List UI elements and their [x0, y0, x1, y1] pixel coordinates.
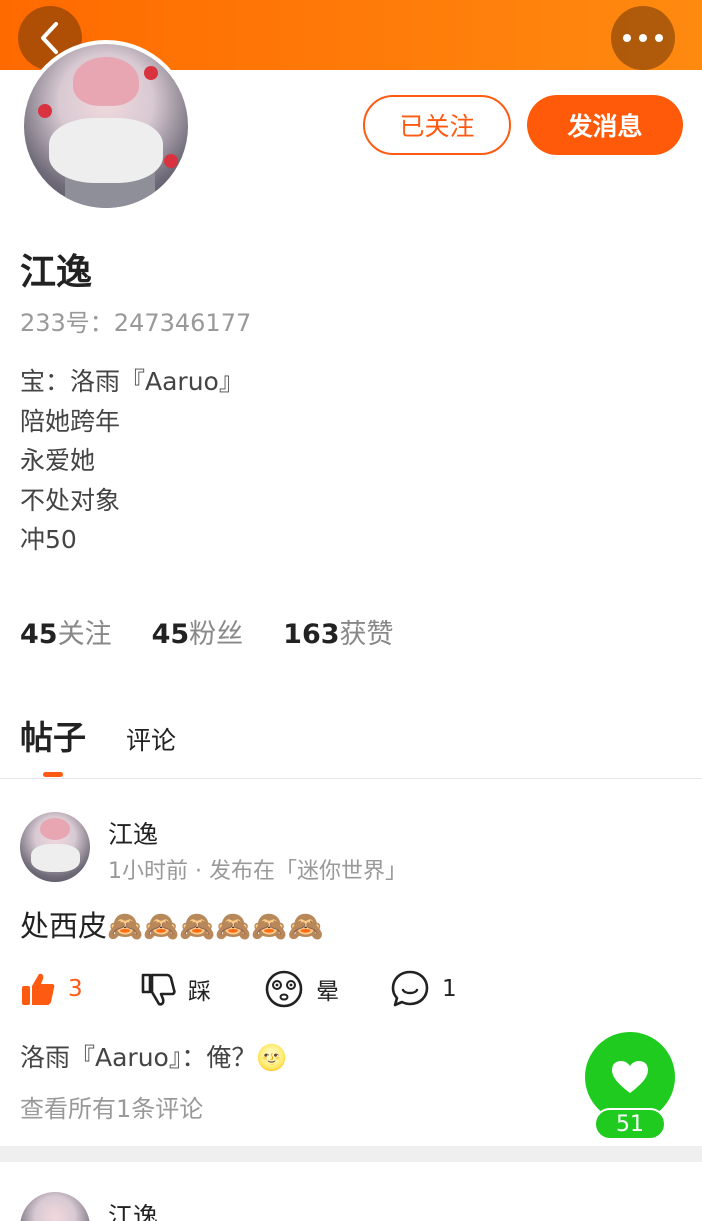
comment-bubble-icon — [391, 970, 429, 1007]
likes-stat[interactable]: 163获赞 — [283, 612, 393, 651]
profile-name: 江逸 — [20, 252, 93, 293]
profile-tabs: 帖子 评论 — [20, 711, 176, 759]
dislike-button[interactable]: 踩 — [140, 966, 211, 1012]
follow-button[interactable]: 已关注 — [363, 95, 511, 155]
thumbs-down-icon — [141, 973, 176, 1006]
following-stat[interactable]: 45关注 — [20, 612, 112, 651]
tab-posts[interactable]: 帖子 — [20, 711, 86, 759]
fans-count: 45 — [151, 619, 190, 650]
bio-line: 冲50 — [20, 525, 77, 554]
post-actions: 3 踩 晕 1 — [20, 966, 480, 1012]
bio-line: 不处对象 — [20, 485, 121, 515]
bio-line: 陪她跨年 — [20, 406, 121, 436]
post-author-avatar[interactable] — [20, 812, 90, 882]
fans-stat[interactable]: 45粉丝 — [152, 612, 244, 651]
like-count: 3 — [68, 976, 83, 1002]
profile-uid: 233号：247346177 — [20, 309, 252, 337]
profile-bio: 宝：洛雨『Aaruo』 陪她跨年 永爱她 不处对象 冲50 — [20, 362, 244, 560]
comment-button[interactable]: 1 — [390, 966, 457, 1012]
thumbs-up-icon — [22, 973, 55, 1005]
likes-count: 163 — [283, 619, 340, 650]
like-button[interactable]: 3 — [20, 966, 83, 1012]
dizzy-button[interactable]: 晕 — [264, 966, 339, 1012]
post-author-name[interactable]: 江逸 — [108, 1197, 158, 1221]
section-divider — [0, 1146, 702, 1162]
comment-count: 1 — [442, 976, 457, 1002]
heart-icon — [612, 1061, 648, 1093]
more-dots-icon — [623, 34, 663, 42]
likes-label: 获赞 — [339, 619, 394, 650]
dislike-label: 踩 — [188, 979, 211, 1005]
comment-preview[interactable]: 洛雨『Aaruo』：俺？🌝 — [20, 1038, 287, 1074]
fans-label: 粉丝 — [189, 619, 244, 650]
profile-stats: 45关注 45粉丝 163获赞 — [20, 612, 394, 651]
view-all-comments-link[interactable]: 查看所有1条评论 — [20, 1089, 203, 1124]
divider — [0, 778, 702, 779]
post-meta: 1小时前 · 发布在「迷你世界」 — [108, 859, 407, 884]
more-button[interactable] — [611, 6, 675, 70]
bio-line: 永爱她 — [20, 446, 96, 475]
tab-indicator — [43, 772, 63, 777]
following-count: 45 — [20, 619, 58, 650]
post-author-avatar[interactable] — [20, 1192, 90, 1221]
avatar-image — [24, 44, 188, 208]
dizzy-label: 晕 — [316, 979, 339, 1005]
tab-comments[interactable]: 评论 — [126, 721, 176, 757]
message-button[interactable]: 发消息 — [527, 95, 683, 155]
bio-line: 宝：洛雨『Aaruo』 — [20, 367, 244, 396]
dizzy-face-icon — [265, 970, 303, 1008]
chevron-left-icon — [41, 22, 58, 54]
following-label: 关注 — [57, 619, 112, 650]
heart-count-badge: 51 — [594, 1108, 666, 1140]
post-content[interactable]: 处西皮🙈🙈🙈🙈🙈🙈 — [20, 903, 324, 945]
post-author-name[interactable]: 江逸 — [108, 815, 158, 851]
profile-avatar[interactable] — [20, 40, 192, 212]
